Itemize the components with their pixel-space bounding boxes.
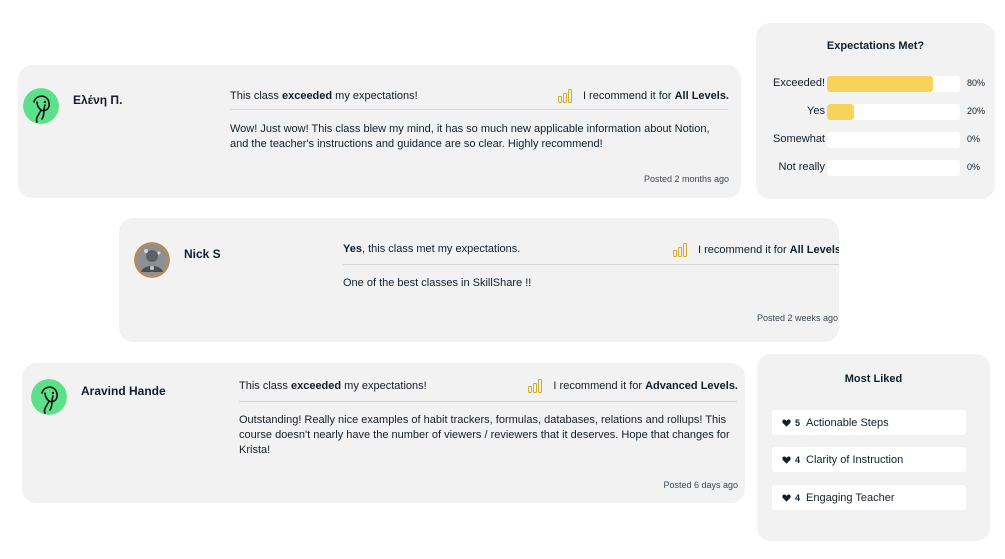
expectation-label: Exceeded! — [773, 77, 825, 89]
expectation-bar-fill — [827, 104, 854, 120]
review-author[interactable]: Nick S — [184, 247, 221, 261]
like-count: 4 — [795, 454, 801, 465]
panel-title: Expectations Met? — [826, 40, 925, 52]
signal-bars-icon — [673, 243, 688, 257]
heart-icon — [782, 456, 791, 464]
review-author[interactable]: Aravind Hande — [81, 384, 166, 398]
expectation-bar — [827, 160, 960, 176]
signal-bars-icon — [528, 379, 543, 393]
panel-title: Most Liked — [844, 373, 903, 385]
review-headline: Yes, this class met my expectations. — [343, 243, 521, 255]
liked-label: Actionable Steps — [806, 416, 889, 429]
review-body: Outstanding! Really nice examples of hab… — [239, 414, 730, 456]
most-liked-item[interactable]: 4 Clarity of Instruction — [772, 447, 966, 472]
expectation-label: Somewhat — [773, 133, 825, 145]
expectation-label: Not really — [778, 161, 825, 173]
expectation-percent: 20% — [967, 106, 986, 116]
expectation-row: Yes 20% — [756, 104, 995, 120]
user-photo-icon — [134, 242, 170, 278]
review-headline: This class exceeded my expectations! — [230, 90, 418, 102]
liked-label: Clarity of Instruction — [806, 453, 904, 466]
review-author[interactable]: Ελένη Π. — [73, 93, 122, 107]
avatar[interactable] — [134, 242, 170, 278]
review-posted-date: Posted 2 months ago — [643, 174, 729, 184]
expectation-label: Yes — [807, 105, 825, 117]
recommend-level: I recommend it for All Levels. — [673, 243, 839, 257]
line-art-face-icon — [23, 88, 59, 124]
line-art-face-icon — [31, 379, 67, 415]
most-liked-item[interactable]: 5 Actionable Steps — [772, 410, 966, 435]
expectation-row: Somewhat 0% — [756, 132, 995, 148]
expectation-row: Not really 0% — [756, 160, 995, 176]
expectation-row: Exceeded! 80% — [756, 76, 995, 92]
recommend-level: I recommend it for All Levels. — [557, 89, 729, 103]
like-count: 5 — [795, 417, 801, 428]
expectation-bar — [827, 76, 960, 92]
expectations-panel: Expectations Met? Exceeded! 80% Yes 20% … — [756, 23, 995, 199]
review-card: Aravind Hande This class exceeded my exp… — [22, 363, 745, 503]
most-liked-item[interactable]: 4 Engaging Teacher — [772, 485, 966, 510]
expectation-bar-fill — [827, 76, 934, 92]
review-divider — [230, 109, 728, 110]
expectation-bar — [827, 132, 960, 148]
heart-icon — [782, 494, 791, 502]
expectation-percent: 0% — [967, 134, 981, 144]
like-count: 4 — [795, 492, 801, 503]
review-card: Ελένη Π. This class exceeded my expectat… — [18, 65, 741, 198]
review-body: One of the best classes in SkillShare !! — [343, 277, 532, 289]
review-posted-date: Posted 6 days ago — [663, 480, 738, 490]
expectation-percent: 0% — [967, 162, 981, 172]
avatar[interactable] — [23, 88, 59, 124]
most-liked-panel: Most Liked 5 Actionable Steps 4 Clarity … — [757, 354, 990, 541]
review-divider — [343, 264, 839, 265]
avatar[interactable] — [31, 379, 67, 415]
recommend-level: I recommend it for Advanced Levels. — [528, 379, 738, 393]
liked-label: Engaging Teacher — [806, 491, 895, 504]
review-posted-date: Posted 2 weeks ago — [757, 313, 839, 323]
heart-icon — [782, 419, 791, 427]
review-divider — [239, 401, 737, 402]
review-card: Nick S Yes, this class met my expectatio… — [119, 218, 839, 342]
review-headline: This class exceeded my expectations! — [239, 380, 427, 392]
review-body: Wow! Just wow! This class blew my mind, … — [230, 123, 710, 150]
expectation-percent: 80% — [967, 78, 986, 88]
expectation-bar — [827, 104, 960, 120]
signal-bars-icon — [557, 89, 573, 103]
